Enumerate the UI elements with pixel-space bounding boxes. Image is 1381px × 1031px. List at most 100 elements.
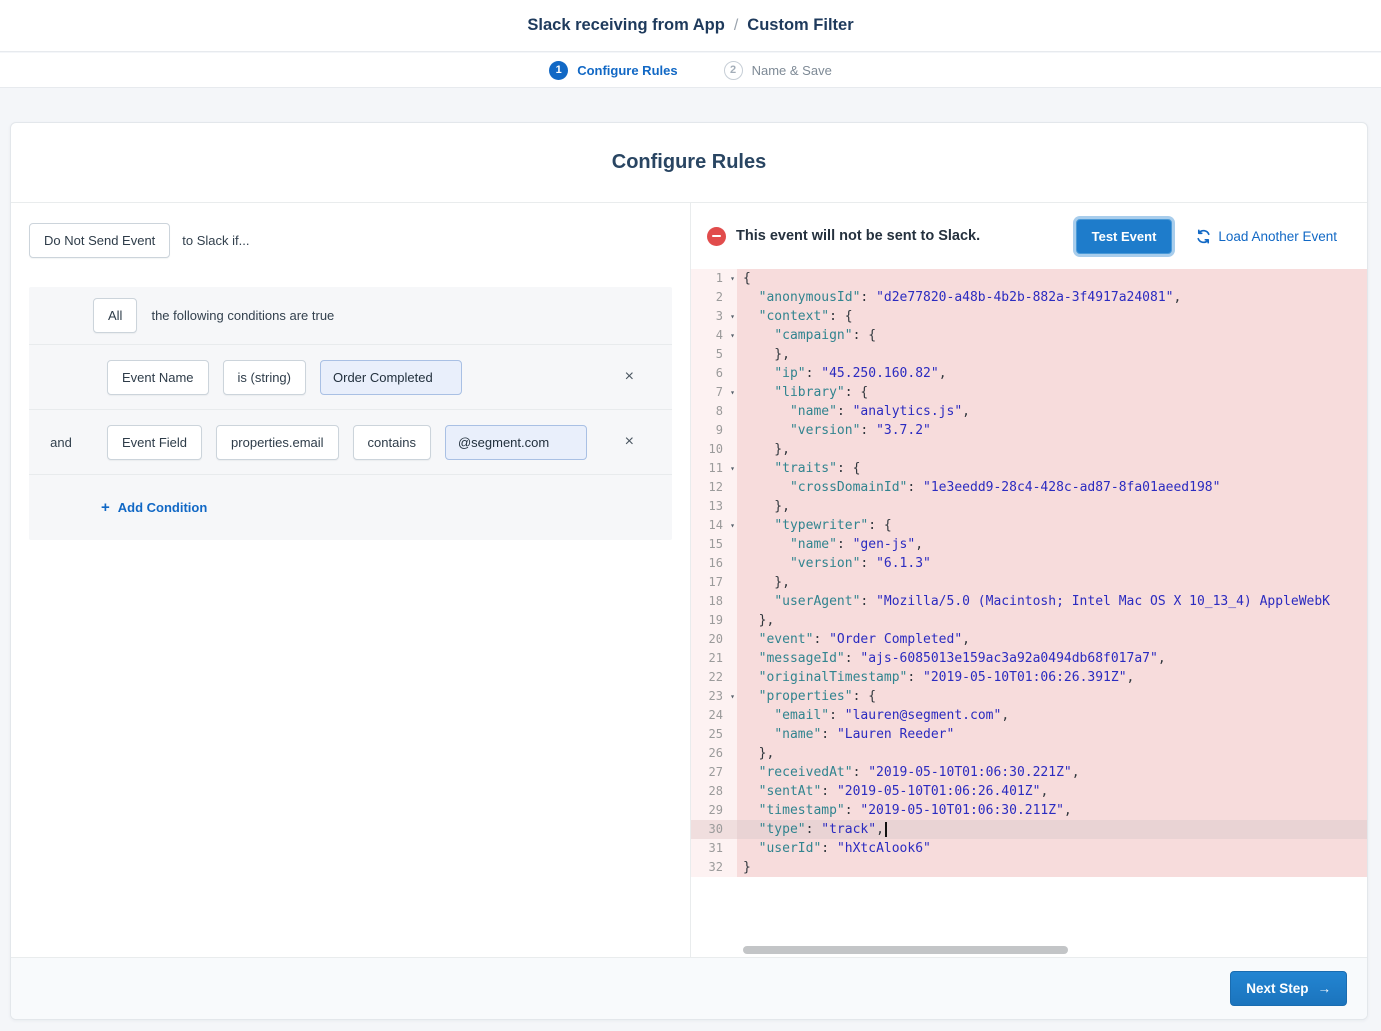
code-content[interactable]: "receivedAt": "2019-05-10T01:06:30.221Z"… — [737, 763, 1367, 782]
load-another-event-link[interactable]: Load Another Event — [1196, 229, 1337, 244]
line-number: 15 — [691, 535, 737, 554]
condition-pill-button[interactable]: properties.email — [216, 425, 339, 460]
code-content[interactable]: }, — [737, 744, 1367, 763]
code-content[interactable]: "library": { — [737, 383, 1367, 402]
preview-header: This event will not be sent to Slack. Te… — [691, 203, 1367, 269]
code-content[interactable]: "originalTimestamp": "2019-05-10T01:06:2… — [737, 668, 1367, 687]
code-content[interactable]: "messageId": "ajs-6085013e159ac3a92a0494… — [737, 649, 1367, 668]
code-content[interactable]: "properties": { — [737, 687, 1367, 706]
fold-arrow-icon[interactable]: ▾ — [730, 326, 735, 345]
code-content[interactable]: "crossDomainId": "1e3eedd9-28c4-428c-ad8… — [737, 478, 1367, 497]
conjunction-label: and — [29, 435, 93, 450]
line-number: 11▾ — [691, 459, 737, 478]
line-number: 29 — [691, 801, 737, 820]
code-content[interactable]: }, — [737, 345, 1367, 364]
line-number: 26 — [691, 744, 737, 763]
test-event-button[interactable]: Test Event — [1076, 219, 1173, 254]
code-content[interactable]: "typewriter": { — [737, 516, 1367, 535]
fold-arrow-icon[interactable]: ▾ — [730, 383, 735, 402]
code-line: 18 "userAgent": "Mozilla/5.0 (Macintosh;… — [691, 592, 1367, 611]
line-number: 31 — [691, 839, 737, 858]
line-number: 2 — [691, 288, 737, 307]
line-number: 22 — [691, 668, 737, 687]
code-content[interactable]: "name": "analytics.js", — [737, 402, 1367, 421]
code-content[interactable]: "name": "gen-js", — [737, 535, 1367, 554]
fold-arrow-icon[interactable]: ▾ — [730, 307, 735, 326]
code-content[interactable]: "context": { — [737, 307, 1367, 326]
code-content[interactable]: "type": "track", — [737, 820, 1367, 839]
step-label: Name & Save — [752, 63, 832, 78]
code-content[interactable]: "timestamp": "2019-05-10T01:06:30.211Z", — [737, 801, 1367, 820]
configure-rules-card: Configure Rules Do Not Send Event to Sla… — [10, 122, 1368, 1020]
code-content[interactable]: }, — [737, 611, 1367, 630]
code-content[interactable]: "campaign": { — [737, 326, 1367, 345]
code-line: 31 "userId": "hXtcAlook6" — [691, 839, 1367, 858]
code-line: 29 "timestamp": "2019-05-10T01:06:30.211… — [691, 801, 1367, 820]
remove-condition-button[interactable]: × — [621, 367, 638, 387]
code-line: 17 }, — [691, 573, 1367, 592]
condition-value-input[interactable] — [320, 360, 462, 395]
condition-pill-button[interactable]: Event Field — [107, 425, 202, 460]
json-code-editor[interactable]: 1▾{2 "anonymousId": "d2e77820-a48b-4b2b-… — [691, 269, 1367, 957]
condition-row: Event Name is (string) × — [29, 344, 672, 409]
condition-pill-button[interactable]: Event Name — [107, 360, 209, 395]
step-label: Configure Rules — [577, 63, 677, 78]
line-number: 16 — [691, 554, 737, 573]
step-name-save[interactable]: 2 Name & Save — [724, 61, 832, 80]
next-step-label: Next Step — [1246, 981, 1308, 996]
filter-action-button[interactable]: Do Not Send Event — [29, 223, 170, 258]
filter-rules-panel: Do Not Send Event to Slack if... All the… — [11, 203, 691, 957]
add-condition-label: Add Condition — [118, 500, 208, 515]
code-content[interactable]: }, — [737, 573, 1367, 592]
code-content[interactable]: "version": "3.7.2" — [737, 421, 1367, 440]
code-line: 25 "name": "Lauren Reeder" — [691, 725, 1367, 744]
condition-pill-button[interactable]: contains — [353, 425, 431, 460]
condition-value-input[interactable] — [445, 425, 587, 460]
fold-arrow-icon[interactable]: ▾ — [730, 516, 735, 535]
match-type-button[interactable]: All — [93, 298, 137, 333]
code-content[interactable]: "anonymousId": "d2e77820-a48b-4b2b-882a-… — [737, 288, 1367, 307]
code-content[interactable]: "ip": "45.250.160.82", — [737, 364, 1367, 383]
code-line: 32} — [691, 858, 1367, 877]
steps-bar: 1 Configure Rules 2 Name & Save — [0, 53, 1381, 88]
remove-condition-button[interactable]: × — [621, 432, 638, 452]
line-number: 8 — [691, 402, 737, 421]
fold-arrow-icon[interactable]: ▾ — [730, 269, 735, 288]
code-line: 19 }, — [691, 611, 1367, 630]
code-content[interactable]: "traits": { — [737, 459, 1367, 478]
code-line: 24 "email": "lauren@segment.com", — [691, 706, 1367, 725]
code-content[interactable]: { — [737, 269, 1367, 288]
code-content[interactable]: "userId": "hXtcAlook6" — [737, 839, 1367, 858]
code-content[interactable]: } — [737, 858, 1367, 877]
code-content[interactable]: "event": "Order Completed", — [737, 630, 1367, 649]
line-number: 24 — [691, 706, 737, 725]
text-cursor — [885, 822, 887, 837]
breadcrumb-separator: / — [734, 17, 738, 35]
breadcrumb-primary[interactable]: Slack receiving from App — [527, 16, 724, 35]
add-condition-row: + Add Condition — [29, 474, 672, 540]
line-number: 18 — [691, 592, 737, 611]
code-line: 28 "sentAt": "2019-05-10T01:06:26.401Z", — [691, 782, 1367, 801]
fold-arrow-icon[interactable]: ▾ — [730, 687, 735, 706]
code-content[interactable]: "version": "6.1.3" — [737, 554, 1367, 573]
fold-arrow-icon[interactable]: ▾ — [730, 459, 735, 478]
add-condition-button[interactable]: + Add Condition — [101, 499, 207, 516]
code-content[interactable]: "name": "Lauren Reeder" — [737, 725, 1367, 744]
condition-row: and Event Field properties.email contains × — [29, 409, 672, 474]
code-line: 30 "type": "track", — [691, 820, 1367, 839]
code-line: 7▾ "library": { — [691, 383, 1367, 402]
code-line: 4▾ "campaign": { — [691, 326, 1367, 345]
code-content[interactable]: }, — [737, 440, 1367, 459]
code-content[interactable]: "userAgent": "Mozilla/5.0 (Macintosh; In… — [737, 592, 1367, 611]
condition-pill-button[interactable]: is (string) — [223, 360, 306, 395]
next-step-button[interactable]: Next Step → — [1230, 971, 1347, 1006]
line-number: 5 — [691, 345, 737, 364]
code-content[interactable]: "sentAt": "2019-05-10T01:06:26.401Z", — [737, 782, 1367, 801]
horizontal-scrollbar[interactable] — [743, 946, 1068, 954]
page-header: Slack receiving from App / Custom Filter — [0, 0, 1381, 52]
code-content[interactable]: }, — [737, 497, 1367, 516]
line-number: 21 — [691, 649, 737, 668]
code-content[interactable]: "email": "lauren@segment.com", — [737, 706, 1367, 725]
step-configure-rules[interactable]: 1 Configure Rules — [549, 61, 677, 80]
load-another-event-label: Load Another Event — [1218, 229, 1337, 244]
